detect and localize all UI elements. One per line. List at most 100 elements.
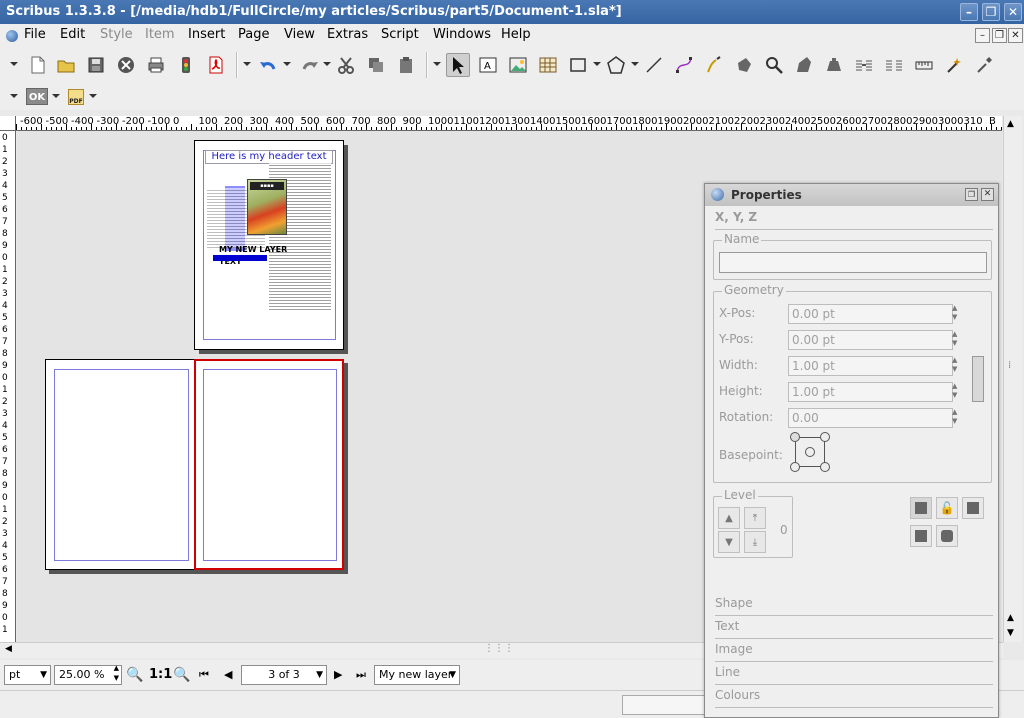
width-field[interactable]: 1.00 pt xyxy=(788,356,953,376)
paste-icon[interactable] xyxy=(394,53,418,77)
mdi-close-button[interactable]: ✕ xyxy=(1008,28,1023,43)
image-frame-icon[interactable] xyxy=(506,53,530,77)
page-1[interactable]: Here is my header text ▪▪▪▪ MY NEW LAYER… xyxy=(194,140,344,350)
copy-icon[interactable] xyxy=(364,53,388,77)
menu-script[interactable]: Script xyxy=(381,27,419,42)
rotation-field[interactable]: 0.00 xyxy=(788,408,953,428)
shape-rectangle-icon[interactable] xyxy=(566,53,590,77)
menu-style[interactable]: Style xyxy=(100,27,133,42)
pdf-ok-button[interactable]: OK xyxy=(26,88,48,105)
flip-horizontal-icon[interactable] xyxy=(910,497,932,519)
menu-help[interactable]: Help xyxy=(501,27,531,42)
zoom-input[interactable]: 25.00 % ▲ ▼ xyxy=(54,663,122,685)
page-3-selected[interactable] xyxy=(194,359,344,570)
select-item-icon[interactable] xyxy=(446,53,470,77)
section-image[interactable]: Image xyxy=(715,642,993,662)
lock-size-icon[interactable] xyxy=(962,497,984,519)
polygon-icon[interactable] xyxy=(604,53,628,77)
open-folder-icon[interactable] xyxy=(54,53,78,77)
toolbar-handle-dropdown-icon[interactable] xyxy=(243,62,251,66)
y-pos-field[interactable]: 0.00 pt xyxy=(788,330,953,350)
close-panel-button[interactable]: ✕ xyxy=(981,188,994,201)
blue-bar-shape[interactable] xyxy=(213,255,267,261)
undo-icon[interactable] xyxy=(256,53,280,77)
text-frame-icon[interactable]: A xyxy=(476,53,500,77)
rotation-spin-icon[interactable]: ▲ ▼ xyxy=(952,408,968,428)
scroll-left-icon[interactable]: ◀ xyxy=(5,644,12,654)
last-page-icon[interactable]: ⏭ xyxy=(356,668,366,682)
menu-item[interactable]: Item xyxy=(145,27,175,42)
vertical-ruler[interactable]: 0 1 2 3 4 5 6 7 8 9 0 1 2 3 4 5 6 7 8 9 0 1 2 3 4 5 6 7 8 9 0 1 2 3 4 5 6 7 8 9… xyxy=(0,131,16,642)
layer-select[interactable]: My new layer ▼ xyxy=(374,665,460,685)
menu-file[interactable]: File xyxy=(24,27,46,42)
name-input[interactable] xyxy=(719,252,987,273)
toolbar-handle-dropdown-icon[interactable] xyxy=(10,62,18,66)
section-line[interactable]: Line xyxy=(715,665,993,685)
pdf-field-dropdown-icon[interactable] xyxy=(89,94,97,98)
freehand-line-icon[interactable] xyxy=(702,53,726,77)
table-icon[interactable] xyxy=(536,53,560,77)
flip-vertical-icon[interactable] xyxy=(910,525,932,547)
print-enabled-icon[interactable] xyxy=(936,525,958,547)
menu-extras[interactable]: Extras xyxy=(327,27,368,42)
rotate-item-icon[interactable] xyxy=(732,53,756,77)
print-icon[interactable] xyxy=(144,53,168,77)
copy-item-properties-icon[interactable] xyxy=(942,53,966,77)
shape-dropdown-icon[interactable] xyxy=(593,62,601,66)
scroll-up-icon[interactable]: ▲ xyxy=(1007,119,1014,129)
close-window-button[interactable]: ✕ xyxy=(1004,3,1022,21)
toolbar-handle-dropdown-icon[interactable] xyxy=(10,94,18,98)
spin-arrows-icon[interactable]: ▲ ▼ xyxy=(114,663,119,683)
height-spin-icon[interactable]: ▲ ▼ xyxy=(952,382,968,402)
menu-insert[interactable]: Insert xyxy=(188,27,225,42)
zoom-in-icon[interactable]: 🔍 xyxy=(173,667,190,683)
lock-item-icon[interactable]: 🔓 xyxy=(936,497,958,519)
tab-xyz[interactable]: X, Y, Z xyxy=(715,210,993,230)
scroll-up-small-icon[interactable]: ▲ xyxy=(1007,613,1014,623)
x-pos-spin-icon[interactable]: ▲ ▼ xyxy=(952,304,968,324)
properties-titlebar[interactable]: Properties ❐ ✕ xyxy=(705,184,998,206)
y-pos-spin-icon[interactable]: ▲ ▼ xyxy=(952,330,968,350)
new-document-icon[interactable] xyxy=(26,53,50,77)
float-panel-button[interactable]: ❐ xyxy=(965,188,978,201)
x-pos-field[interactable]: 0.00 pt xyxy=(788,304,953,324)
redo-dropdown-icon[interactable] xyxy=(323,62,331,66)
menu-view[interactable]: View xyxy=(284,27,315,42)
horizontal-ruler[interactable]: -600 -500 -400 -300 -200 -100 0 100 200 300 400 500… xyxy=(16,116,1002,131)
next-page-icon[interactable]: ▶ xyxy=(334,668,342,681)
undo-dropdown-icon[interactable] xyxy=(283,62,291,66)
image-frame-magazine-cover[interactable]: ▪▪▪▪ xyxy=(247,179,287,235)
link-text-frames-icon[interactable] xyxy=(852,53,876,77)
preflight-verifier-icon[interactable] xyxy=(174,53,198,77)
scroll-grip-icon[interactable]: ⋮⋮⋮ xyxy=(484,643,514,654)
basepoint-selector[interactable] xyxy=(790,432,830,472)
previous-page-icon[interactable]: ◀ xyxy=(224,668,232,681)
export-pdf-icon[interactable] xyxy=(204,53,228,77)
raise-item-icon[interactable]: ▲ xyxy=(718,507,740,529)
save-icon[interactable] xyxy=(84,53,108,77)
bring-to-front-icon[interactable]: ⤒ xyxy=(744,507,766,529)
redo-icon[interactable] xyxy=(298,53,322,77)
edit-text-story-icon[interactable] xyxy=(822,53,846,77)
first-page-icon[interactable]: ⏮ xyxy=(199,668,209,682)
zoom-icon[interactable] xyxy=(762,53,786,77)
menu-edit[interactable]: Edit xyxy=(60,27,85,42)
scroll-grip-icon[interactable]: ⁞ xyxy=(1008,360,1011,371)
pdf-ok-dropdown-icon[interactable] xyxy=(52,94,60,98)
mdi-minimize-button[interactable]: – xyxy=(975,28,990,43)
unlink-text-frames-icon[interactable] xyxy=(882,53,906,77)
lower-item-icon[interactable]: ▼ xyxy=(718,531,740,553)
pdf-field-icon[interactable]: PDF xyxy=(68,89,84,105)
zoom-out-icon[interactable]: 🔍 xyxy=(126,667,143,683)
polygon-dropdown-icon[interactable] xyxy=(631,62,639,66)
page-2[interactable] xyxy=(45,359,195,570)
send-to-back-icon[interactable]: ⤓ xyxy=(744,531,766,553)
menu-page[interactable]: Page xyxy=(238,27,269,42)
section-colours[interactable]: Colours xyxy=(715,688,993,708)
eye-dropper-icon[interactable] xyxy=(972,53,996,77)
menu-windows[interactable]: Windows xyxy=(433,27,491,42)
mdi-restore-button[interactable]: ❐ xyxy=(992,28,1007,43)
minimize-button[interactable]: – xyxy=(960,3,978,21)
line-icon[interactable] xyxy=(642,53,666,77)
height-field[interactable]: 1.00 pt xyxy=(788,382,953,402)
